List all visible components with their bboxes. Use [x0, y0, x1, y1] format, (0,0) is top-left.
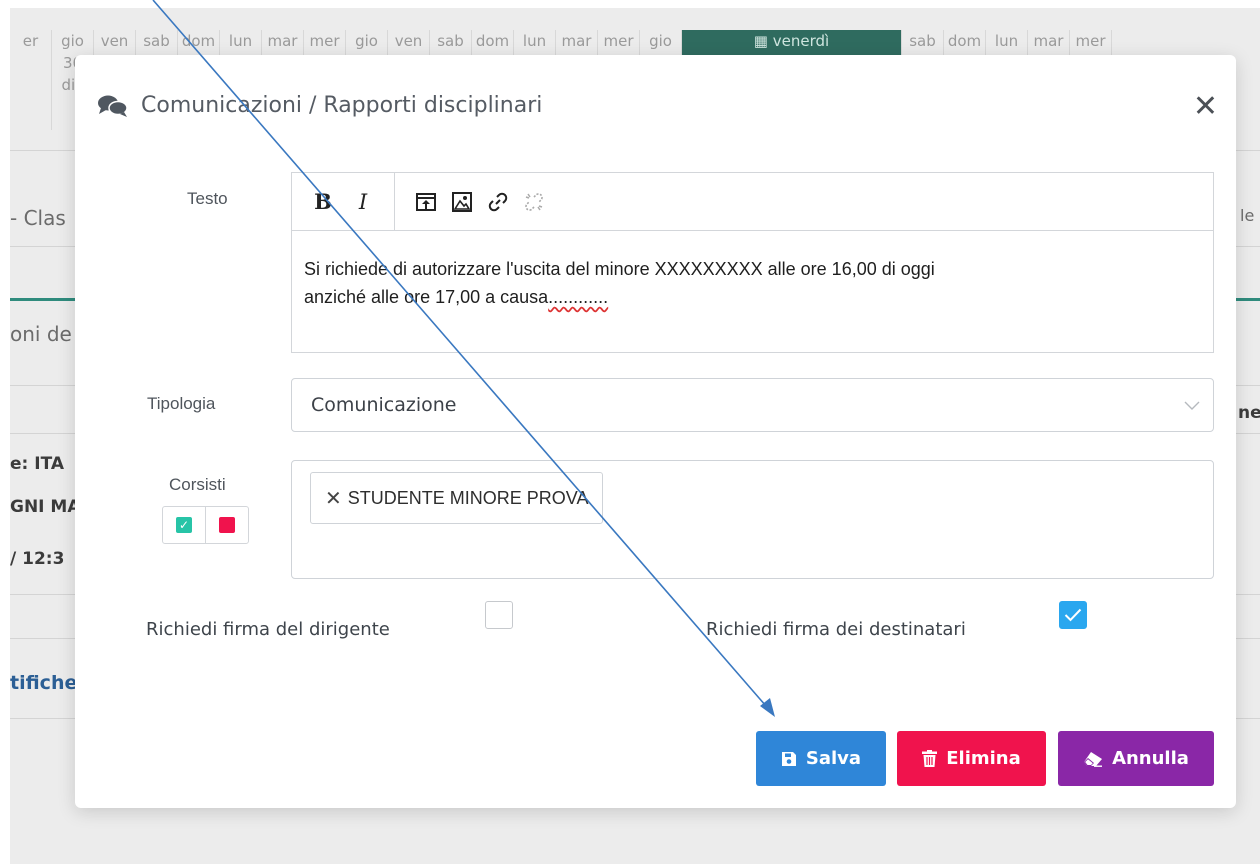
students-label: Corsisti: [169, 475, 226, 494]
save-label: Salva: [805, 748, 862, 769]
day-dow: sab: [437, 32, 464, 50]
day-dow: mar: [267, 32, 298, 50]
type-label: Tipologia: [147, 394, 216, 413]
text-label: Testo: [187, 189, 228, 208]
sign-director-checkbox[interactable]: [485, 601, 513, 629]
calendar-icon: ▦: [753, 32, 773, 50]
type-select[interactable]: Comunicazione: [291, 378, 1214, 432]
trash-icon: [922, 750, 938, 767]
bold-button[interactable]: B: [312, 189, 334, 214]
cancel-button[interactable]: Annulla: [1058, 731, 1214, 786]
day-dow: lun: [522, 32, 547, 50]
rich-text-editor[interactable]: B I Si richiede di autorizzare l'uscita …: [291, 172, 1214, 353]
student-tag: ✕ STUDENTE MINORE PROVA: [310, 472, 604, 524]
red-square-icon: [219, 517, 235, 533]
unlink-icon[interactable]: [523, 191, 545, 213]
day-dow: lun: [994, 32, 1019, 50]
upload-icon[interactable]: [415, 191, 437, 213]
sign-director-label: Richiedi firma del dirigente: [146, 619, 390, 640]
select-toggle-group: ✓: [162, 506, 249, 544]
day-dow: dom: [475, 32, 510, 50]
day-dow: ven: [394, 32, 423, 50]
spellcheck-underlined-text: ............: [548, 287, 609, 307]
today-label: venerdì: [772, 32, 830, 50]
format-group: B I: [292, 173, 394, 230]
delete-label: Elimina: [946, 748, 1021, 769]
check-icon: ✓: [176, 517, 192, 533]
day-dow: ven: [100, 32, 129, 50]
sign-recipients-checkbox[interactable]: [1059, 601, 1087, 629]
day-dow: gio: [61, 32, 84, 50]
deselect-all-button[interactable]: [205, 507, 248, 543]
student-tag-label: STUDENTE MINORE PROVA: [347, 487, 589, 508]
italic-button[interactable]: I: [352, 190, 374, 214]
modal-header: Comunicazioni / Rapporti disciplinari: [97, 93, 542, 118]
delete-button[interactable]: Elimina: [897, 731, 1046, 786]
sign-recipients-label: Richiedi firma dei destinatari: [706, 619, 966, 640]
right-header-text: ne: [1238, 403, 1260, 423]
notifications-link[interactable]: tifiche: [10, 672, 77, 694]
day-dow: dom: [181, 32, 216, 50]
text-line: Si richiede di autorizzare l'uscita del …: [304, 259, 935, 279]
teacher-text: GNI MA: [10, 497, 81, 517]
check-icon: [1064, 608, 1082, 622]
day-dow: er: [22, 32, 39, 50]
day-dow: dom: [947, 32, 982, 50]
eraser-icon: [1084, 751, 1103, 767]
day-dow: sab: [143, 32, 170, 50]
select-all-button[interactable]: ✓: [163, 507, 205, 543]
day-dow: lun: [228, 32, 253, 50]
cancel-label: Annulla: [1112, 748, 1189, 769]
calendar-day[interactable]: er: [10, 30, 52, 130]
communication-modal: Comunicazioni / Rapporti disciplinari ✕ …: [75, 55, 1236, 808]
class-select-text: - Clas: [10, 206, 66, 230]
time-text: / 12:3: [10, 549, 65, 569]
text-line: anziché alle ore 17,00 a causa..........…: [304, 283, 1201, 311]
right-text: le: [1240, 206, 1255, 225]
remove-tag-icon[interactable]: ✕: [325, 486, 342, 510]
modal-title: Comunicazioni / Rapporti disciplinari: [141, 93, 543, 118]
day-dow: mer: [1075, 32, 1106, 50]
left-strip: [0, 0, 10, 864]
text-line-part: anziché alle ore 17,00 a causa: [304, 287, 549, 307]
close-icon[interactable]: ✕: [1193, 92, 1218, 122]
editor-content[interactable]: Si richiede di autorizzare l'uscita del …: [292, 231, 1213, 335]
floppy-disk-icon: [781, 751, 796, 766]
chevron-down-icon: [1184, 401, 1200, 410]
day-dow: mer: [309, 32, 340, 50]
subject-text: e: ITA: [10, 454, 65, 474]
insert-group: [395, 173, 565, 230]
day-dow: mar: [561, 32, 592, 50]
editor-toolbar: B I: [292, 173, 1213, 231]
day-dow: mer: [603, 32, 634, 50]
day-dow: gio: [649, 32, 672, 50]
comments-icon: [98, 95, 128, 117]
day-dow: gio: [355, 32, 378, 50]
section-title: oni de: [10, 322, 72, 346]
link-icon[interactable]: [487, 191, 509, 213]
save-button[interactable]: Salva: [756, 731, 886, 786]
students-multiselect[interactable]: ✕ STUDENTE MINORE PROVA: [291, 460, 1214, 579]
top-strip: [0, 0, 1260, 8]
day-dow: sab: [909, 32, 936, 50]
image-icon[interactable]: [451, 191, 473, 213]
type-select-value: Comunicazione: [311, 394, 457, 416]
day-dow: mar: [1033, 32, 1064, 50]
